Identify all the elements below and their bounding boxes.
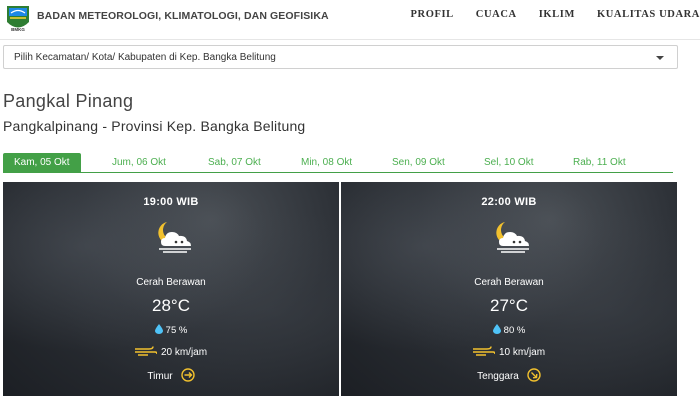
forecast-wind-direction-row: Tenggara	[341, 368, 677, 382]
nav-cuaca[interactable]: CUACA	[476, 9, 517, 20]
forecast-wind-direction: Timur	[147, 371, 173, 382]
forecast-wind-speed: 10 km/jam	[498, 347, 546, 358]
forecast-humidity-row: 80 %	[341, 324, 677, 336]
forecast-temperature: 27°C	[490, 296, 528, 315]
forecast-humidity: 80 %	[503, 325, 526, 336]
forecast-wind-speed: 20 km/jam	[160, 347, 208, 358]
forecast-card[interactable]: 19:00 WIB Cerah Berawan 28°C 75 % 20 km/…	[3, 182, 339, 396]
location-select-value: Pilih Kecamatan/ Kota/ Kabupaten di Kep.…	[14, 52, 276, 63]
bmkg-logo[interactable]: BMKG	[5, 4, 31, 34]
location-select[interactable]: Pilih Kecamatan/ Kota/ Kabupaten di Kep.…	[3, 45, 678, 69]
tab-day-2[interactable]: Jum, 06 Okt	[112, 153, 166, 173]
forecast-time: 19:00 WIB	[143, 196, 199, 208]
forecast-temperature: 28°C	[152, 296, 190, 315]
compass-southeast-icon	[527, 368, 541, 382]
nav-iklim[interactable]: IKLIM	[539, 9, 575, 20]
tab-day-1[interactable]: Kam, 05 Okt	[3, 153, 81, 173]
tab-day-4[interactable]: Min, 08 Okt	[301, 153, 352, 173]
tab-day-3[interactable]: Sab, 07 Okt	[208, 153, 261, 173]
caret-down-icon	[656, 56, 664, 60]
forecast-card[interactable]: 22:00 WIB Cerah Berawan 27°C 80 % 10 km/…	[341, 182, 677, 396]
day-tabs: Kam, 05 Okt Jum, 06 Okt Sab, 07 Okt Min,…	[3, 153, 673, 173]
wind-icon	[134, 346, 157, 356]
page-subtitle: Pangkalpinang - Provinsi Kep. Bangka Bel…	[3, 118, 306, 134]
forecast-condition: Cerah Berawan	[136, 277, 206, 288]
forecast-wind-row: 10 km/jam	[341, 346, 677, 358]
site-header: BMKG BADAN METEOROLOGI, KLIMATOLOGI, DAN…	[0, 0, 700, 40]
water-drop-icon	[492, 324, 501, 334]
tab-day-7[interactable]: Rab, 11 Okt	[573, 153, 626, 173]
forecast-humidity: 75 %	[165, 325, 188, 336]
svg-text:BMKG: BMKG	[11, 27, 25, 32]
water-drop-icon	[154, 324, 163, 334]
nav-kualitas-udara[interactable]: KUALITAS UDARA	[597, 9, 700, 20]
moon-cloud-icon	[158, 222, 191, 253]
page-title: Pangkal Pinang	[3, 91, 134, 111]
forecast-wind-direction: Tenggara	[477, 371, 519, 382]
forecast-time: 22:00 WIB	[481, 196, 537, 208]
forecast-condition: Cerah Berawan	[474, 277, 544, 288]
forecast-wind-row: 20 km/jam	[3, 346, 339, 358]
wind-icon	[472, 346, 495, 356]
nav-profil[interactable]: PROFIL	[411, 9, 454, 20]
org-name: BADAN METEOROLOGI, KLIMATOLOGI, DAN GEOF…	[37, 10, 329, 22]
main-nav: PROFIL CUACA IKLIM KUALITAS UDARA	[389, 9, 700, 20]
moon-cloud-icon	[496, 222, 529, 253]
forecast-wind-direction-row: Timur	[3, 368, 339, 382]
tab-day-6[interactable]: Sel, 10 Okt	[484, 153, 533, 173]
forecast-humidity-row: 75 %	[3, 324, 339, 336]
tab-day-5[interactable]: Sen, 09 Okt	[392, 153, 445, 173]
compass-east-icon	[180, 368, 195, 382]
